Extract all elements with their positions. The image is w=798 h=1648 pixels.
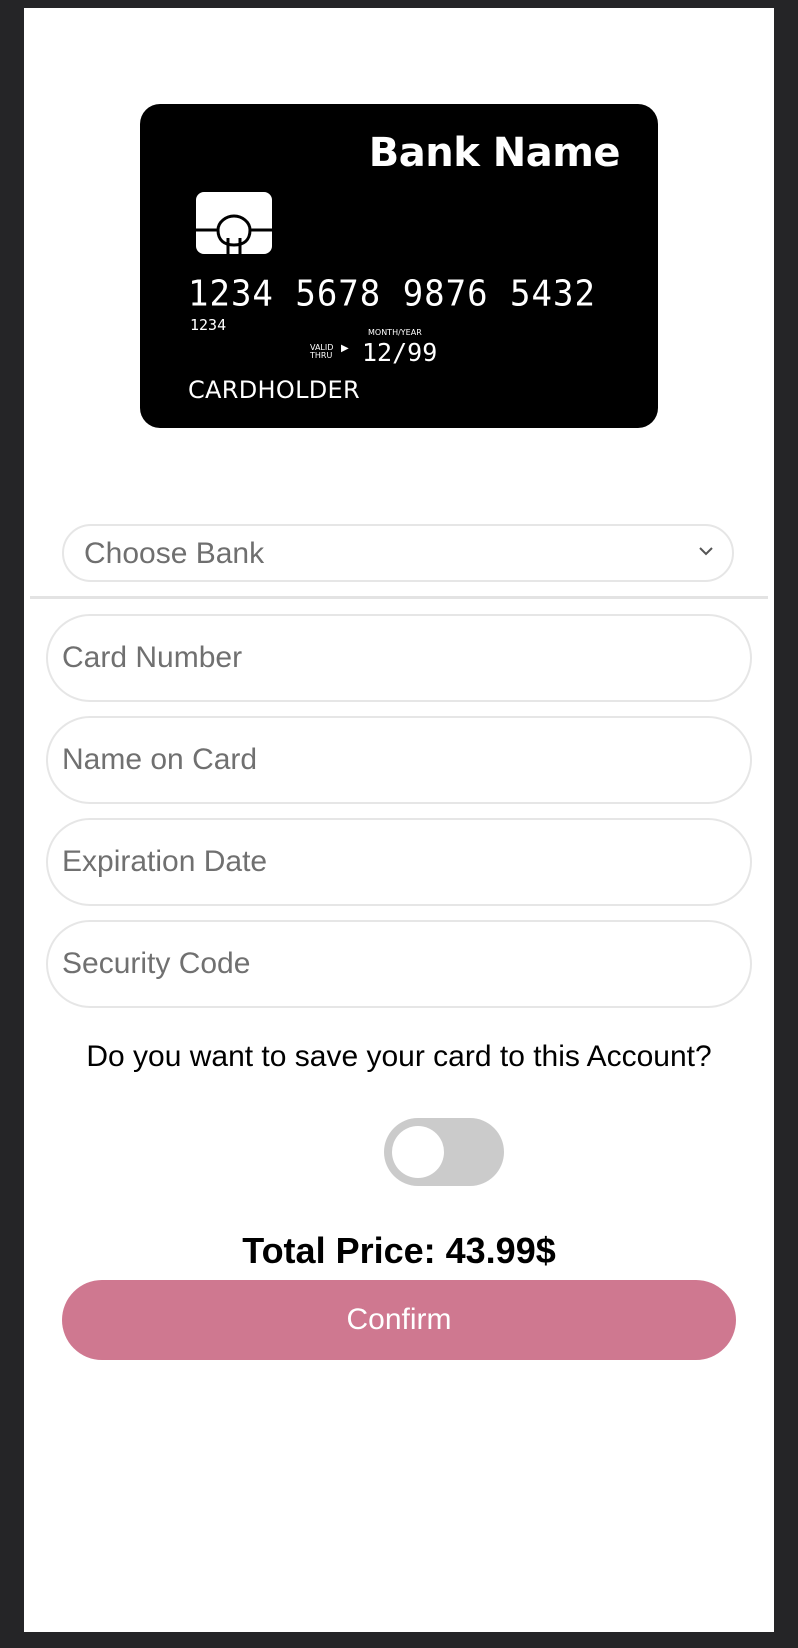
valid-thru-label: VALID THRU [310,343,334,360]
confirm-button[interactable]: Confirm [62,1280,736,1360]
chevron-down-icon [699,547,713,556]
bank-select-value: Choose Bank [84,537,265,570]
arrow-right-icon: ▶ [341,343,349,354]
cardholder-name: CARDHOLDER [188,376,360,404]
toggle-knob [392,1126,444,1178]
save-card-question: Do you want to save your card to this Ac… [86,1040,712,1073]
card-number-display: 1234 5678 9876 5432 [188,273,596,315]
card-number-short: 1234 [190,316,227,334]
month-year-label: MONTH/YEAR [368,328,422,337]
save-card-toggle[interactable] [384,1118,504,1186]
total-price: Total Price: 43.99$ [242,1230,556,1271]
bank-select[interactable]: Choose Bank [62,524,734,582]
name-on-card-input[interactable]: Name on Card [46,716,752,804]
card-number-input[interactable]: Card Number [46,614,752,702]
section-divider [30,596,768,599]
credit-card-preview: Bank Name 1234 5678 9876 5432 1234 VALID… [140,104,658,428]
card-chip-icon [196,192,272,254]
card-expiry: 12/99 [362,338,438,367]
card-bank-name: Bank Name [368,130,621,176]
payment-page: Bank Name 1234 5678 9876 5432 1234 VALID… [24,8,774,1632]
expiration-date-input[interactable]: Expiration Date [46,818,752,906]
security-code-input[interactable]: Security Code [46,920,752,1008]
